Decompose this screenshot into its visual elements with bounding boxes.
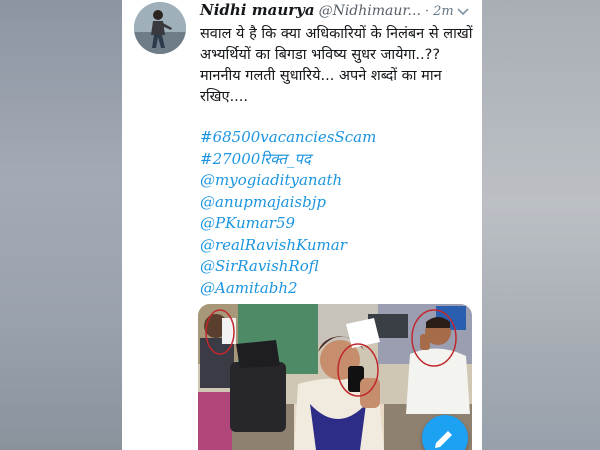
blurred-background-left: [0, 0, 122, 450]
mention-link[interactable]: @PKumar59: [200, 213, 476, 235]
tweet-text-line-2: माननीय गलती सुधारिये... अपने शब्दों का म…: [200, 68, 442, 105]
display-name[interactable]: Nidhi maurya: [200, 1, 315, 19]
mention-link[interactable]: @Aamitabh2: [200, 278, 476, 300]
mention-link[interactable]: @SirRavishRofl: [200, 256, 476, 278]
chevron-down-icon[interactable]: [456, 2, 470, 21]
mention-link[interactable]: @anupmajaisbjp: [200, 192, 476, 214]
hashtag-link[interactable]: #27000रिक्त_पद: [200, 149, 476, 171]
compose-icon: [435, 431, 452, 448]
avatar-photo: [134, 2, 186, 54]
timestamp[interactable]: · 2m: [425, 4, 454, 19]
tweet-text-line-1: सवाल ये है कि क्या अधिकारियों के निलंबन …: [200, 26, 473, 63]
avatar[interactable]: [134, 2, 186, 54]
tweet-header: Nidhi maurya @Nidhimaur... · 2m: [200, 0, 474, 22]
tweet-card[interactable]: Nidhi maurya @Nidhimaur... · 2m सवाल ये है…: [122, 0, 482, 450]
blurred-background-right: [482, 0, 600, 450]
user-handle[interactable]: @Nidhimaur...: [319, 3, 421, 19]
hashtag-link[interactable]: #68500vacanciesScam: [200, 127, 476, 149]
compose-tweet-button[interactable]: [422, 415, 468, 450]
mention-link[interactable]: @realRavishKumar: [200, 235, 476, 257]
tweet-tags: #68500vacanciesScam #27000रिक्त_पद @myog…: [200, 127, 476, 299]
tweet-text: सवाल ये है कि क्या अधिकारियों के निलंबन …: [200, 24, 476, 108]
mention-link[interactable]: @myogiadityanath: [200, 170, 476, 192]
